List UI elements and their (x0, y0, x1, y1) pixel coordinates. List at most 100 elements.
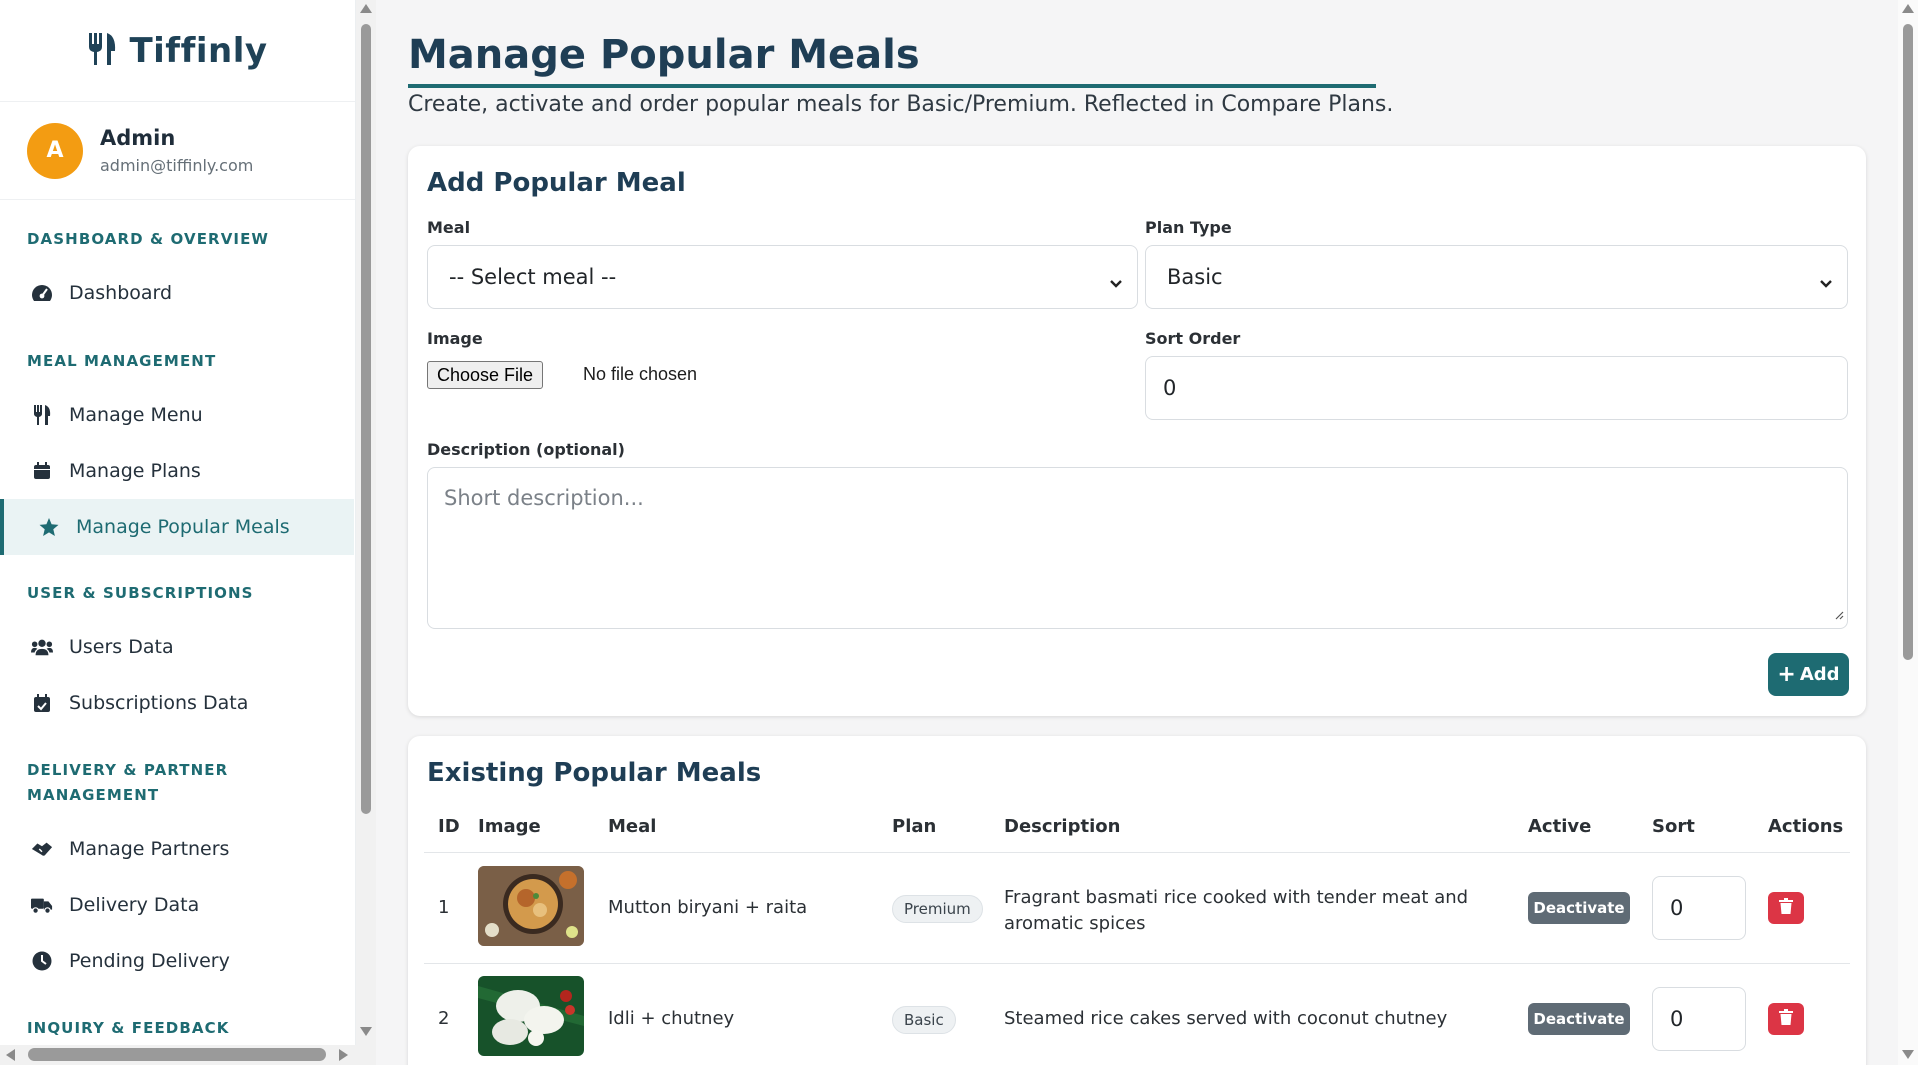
clock-icon (31, 951, 53, 971)
row-description-line1: Fragrant basmati rice cooked with tender… (1004, 887, 1469, 908)
sidebar: Tiffinly A Admin admin@tiffinly.com DASH… (0, 0, 356, 1065)
sidebar-scrollbar-thumb[interactable] (361, 24, 371, 814)
header-divider (424, 852, 1850, 853)
chevron-down-icon (1109, 270, 1123, 294)
row-description: Steamed rice cakes served with coconut c… (1004, 1008, 1448, 1029)
plus-icon: + (1777, 661, 1796, 687)
meal-select[interactable]: -- Select meal -- (427, 245, 1138, 309)
calendar-icon (31, 462, 53, 480)
page-title: Manage Popular Meals (408, 32, 1376, 88)
sort-input[interactable]: 0 (1652, 876, 1746, 940)
star-icon (38, 517, 60, 537)
sidebar-item-manage-plans[interactable]: Manage Plans (0, 443, 355, 499)
row-description: Fragrant basmati rice cooked with tender… (1004, 885, 1468, 937)
add-popular-meal-card: Add Popular Meal Meal -- Select meal -- … (408, 146, 1866, 716)
page-scroll-up-arrow-icon[interactable] (1902, 4, 1914, 13)
description-placeholder: Short description... (444, 486, 644, 510)
resize-handle-icon[interactable] (1834, 601, 1844, 625)
choose-file-button[interactable]: Choose File (427, 361, 544, 389)
image-label: Image (427, 329, 483, 348)
plan-type-label: Plan Type (1145, 218, 1232, 237)
description-label: Description (optional) (427, 440, 625, 459)
description-textarea[interactable]: Short description... (427, 467, 1848, 629)
sidebar-scrollbar-h-thumb[interactable] (28, 1048, 326, 1061)
deactivate-button[interactable]: Deactivate (1528, 892, 1630, 924)
column-header-id: ID (438, 816, 460, 837)
sidebar-item-subscriptions-data[interactable]: Subscriptions Data (0, 675, 355, 731)
delete-button[interactable] (1768, 1003, 1804, 1035)
page-scroll-down-arrow-icon[interactable] (1902, 1050, 1914, 1059)
scroll-left-arrow-icon[interactable] (6, 1049, 15, 1061)
sidebar-item-manage-partners[interactable]: Manage Partners (0, 821, 355, 877)
page-scrollbar-thumb[interactable] (1903, 24, 1913, 660)
section-title-line1: DELIVERY & PARTNER (27, 761, 229, 779)
calendar-check-icon (31, 693, 53, 713)
meal-label: Meal (427, 218, 471, 237)
sidebar-item-label: Dashboard (69, 282, 173, 304)
section-title-line2: MANAGEMENT (27, 786, 160, 804)
plan-type-value: Basic (1167, 265, 1223, 289)
row-meal: Mutton biryani + raita (608, 897, 808, 918)
brand[interactable]: Tiffinly (0, 0, 355, 102)
column-header-plan: Plan (892, 816, 937, 837)
sidebar-item-pending-delivery[interactable]: Pending Delivery (0, 933, 355, 989)
existing-meals-title: Existing Popular Meals (427, 758, 762, 788)
chevron-down-icon (1819, 270, 1833, 294)
sort-order-label: Sort Order (1145, 329, 1241, 348)
column-header-image: Image (478, 816, 541, 837)
row-divider (424, 963, 1850, 964)
sidebar-item-label: Manage Plans (69, 460, 201, 482)
plan-badge: Premium (892, 895, 983, 923)
meal-select-value: -- Select meal -- (449, 265, 617, 289)
meal-image (478, 976, 584, 1056)
deactivate-button[interactable]: Deactivate (1528, 1003, 1630, 1035)
sidebar-item-label: Pending Delivery (69, 950, 230, 972)
file-status: No file chosen (583, 364, 698, 384)
sidebar-item-manage-popular-meals[interactable]: Manage Popular Meals (0, 499, 354, 555)
sidebar-item-manage-menu[interactable]: Manage Menu (0, 387, 355, 443)
add-button-label: Add (1799, 664, 1840, 685)
main-content: Manage Popular Meals Create, activate an… (376, 0, 1898, 1065)
plan-type-select[interactable]: Basic (1145, 245, 1848, 309)
trash-icon (1779, 898, 1793, 918)
column-header-active: Active (1528, 816, 1592, 837)
scroll-up-arrow-icon[interactable] (360, 4, 372, 13)
add-button[interactable]: + Add (1768, 653, 1849, 696)
sidebar-item-label: Subscriptions Data (69, 692, 249, 714)
sidebar-item-delivery-data[interactable]: Delivery Data (0, 877, 355, 933)
section-user-subscriptions: USER & SUBSCRIPTIONS (27, 584, 254, 602)
delete-button[interactable] (1768, 892, 1804, 924)
section-dashboard: DASHBOARD & OVERVIEW (27, 230, 270, 248)
users-icon (31, 638, 53, 656)
sidebar-item-label: Manage Popular Meals (76, 516, 290, 538)
user-name: Admin (100, 126, 176, 150)
sidebar-item-dashboard[interactable]: Dashboard (0, 265, 355, 321)
sort-input[interactable]: 0 (1652, 987, 1746, 1051)
sidebar-item-label: Manage Menu (69, 404, 203, 426)
sort-order-input[interactable]: 0 (1145, 356, 1848, 420)
section-meal-management: MEAL MANAGEMENT (27, 352, 217, 370)
scroll-down-arrow-icon[interactable] (360, 1027, 372, 1036)
plan-badge: Basic (892, 1006, 956, 1034)
brand-name: Tiffinly (129, 30, 268, 71)
sidebar-item-label: Users Data (69, 636, 174, 658)
user-profile: A Admin admin@tiffinly.com (0, 102, 355, 200)
utensils-icon (87, 32, 117, 70)
avatar: A (27, 122, 83, 179)
row-id: 2 (438, 1008, 450, 1029)
section-inquiry-feedback: INQUIRY & FEEDBACK (27, 1019, 230, 1037)
sidebar-item-label: Manage Partners (69, 838, 230, 860)
sidebar-item-users-data[interactable]: Users Data (0, 619, 355, 675)
scroll-right-arrow-icon[interactable] (339, 1049, 348, 1061)
column-header-description: Description (1004, 816, 1121, 837)
row-description-line2: aromatic spices (1004, 913, 1146, 934)
trash-icon (1779, 1009, 1793, 1029)
column-header-sort: Sort (1652, 816, 1695, 837)
handshake-icon (31, 840, 53, 858)
row-id: 1 (438, 897, 450, 918)
column-header-meal: Meal (608, 816, 657, 837)
gauge-icon (31, 284, 53, 302)
page-subtitle: Create, activate and order popular meals… (408, 92, 1394, 117)
utensils-icon (31, 405, 53, 425)
add-form-title: Add Popular Meal (427, 168, 686, 198)
